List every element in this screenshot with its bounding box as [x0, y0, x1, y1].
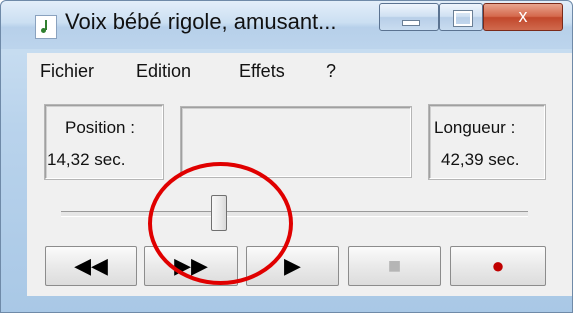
length-label: Longueur : [434, 118, 516, 137]
stop-button[interactable]: ■ [348, 246, 441, 286]
menu-fichier[interactable]: Fichier [40, 61, 94, 82]
record-icon: ● [491, 253, 505, 278]
length-value: 42,39 sec. [441, 150, 520, 169]
minimize-icon [402, 20, 420, 26]
title-bar[interactable]: Voix bébé rigole, amusant... x [1, 1, 572, 49]
maximize-icon [453, 10, 473, 27]
maximize-button[interactable] [439, 3, 483, 31]
recorder-panel: Position : 14,32 sec. Longueur : 42,39 s… [27, 87, 572, 296]
annotation-circle [148, 162, 293, 285]
rewind-icon: ◀◀ [74, 253, 108, 278]
position-box: Position : 14,32 sec. [44, 104, 164, 180]
rewind-button[interactable]: ◀◀ [45, 246, 137, 286]
position-slider-track[interactable] [61, 211, 528, 217]
menu-effets[interactable]: Effets [239, 61, 285, 82]
position-label: Position : [65, 118, 135, 137]
record-button[interactable]: ● [450, 246, 546, 286]
close-icon: x [518, 6, 528, 26]
sound-recorder-icon[interactable] [35, 15, 57, 39]
menu-help[interactable]: ? [326, 61, 336, 82]
length-box: Longueur : 42,39 sec. [428, 104, 546, 180]
sound-recorder-window: Voix bébé rigole, amusant... x Fichier E… [0, 0, 573, 313]
stop-icon: ■ [387, 253, 402, 278]
menu-bar: Fichier Edition Effets ? [27, 53, 572, 87]
menu-edition[interactable]: Edition [136, 61, 191, 82]
position-value: 14,32 sec. [47, 150, 126, 169]
window-title: Voix bébé rigole, amusant... [65, 9, 337, 34]
close-button[interactable]: x [483, 3, 563, 31]
minimize-button[interactable] [379, 3, 439, 31]
